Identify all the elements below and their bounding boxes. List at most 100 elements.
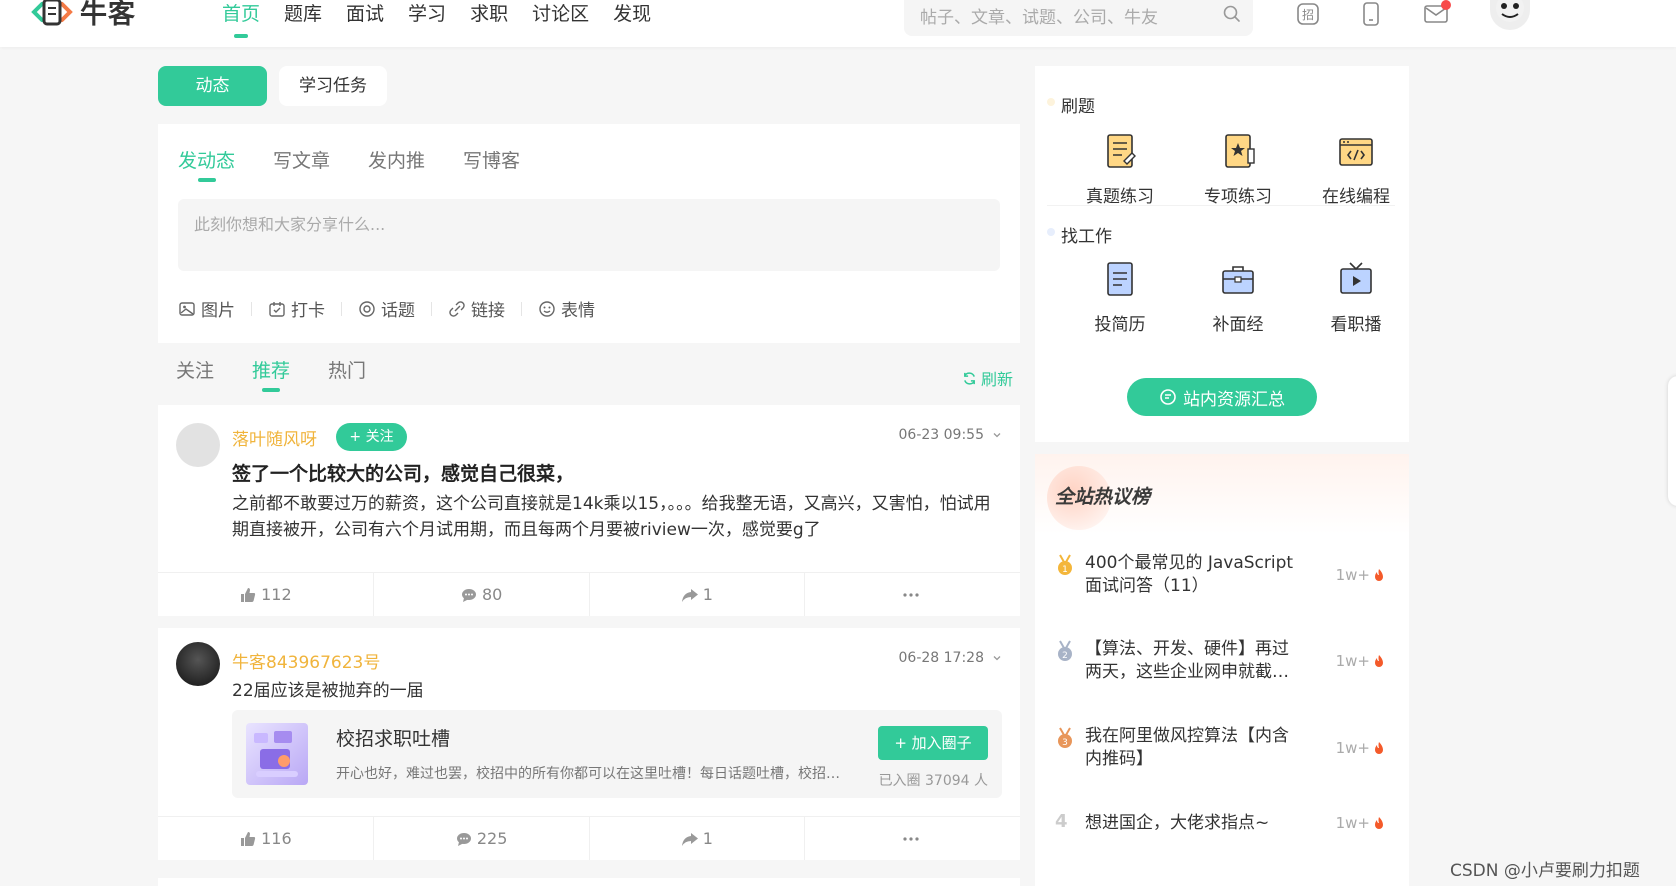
- post-author[interactable]: 牛客843967623号: [232, 648, 380, 673]
- share-button[interactable]: 1: [590, 573, 806, 616]
- refresh-button[interactable]: 刷新: [962, 366, 1013, 390]
- post-body[interactable]: 之前都不敢要过万的薪资，这个公司直接就是14k乘以15，。。。给我整无语，又高兴…: [232, 491, 1002, 543]
- circle-name: 校招求职吐槽: [336, 728, 451, 750]
- hot-list-item[interactable]: 4 想进国企，大佬求指点~ 1w+: [1055, 811, 1395, 842]
- hot-count-text: 1w+: [1335, 652, 1370, 670]
- nav-item-jobs[interactable]: 求职: [470, 0, 508, 40]
- tab-post-referral[interactable]: 发内推: [368, 146, 425, 182]
- side-float-handle[interactable]: [1668, 376, 1676, 506]
- hot-item-text: 【算法、开发、硬件】再过两天，这些企业网申就截…: [1085, 639, 1289, 682]
- hot-list-item[interactable]: 2 【算法、开发、硬件】再过两天，这些企业网申就截… 1w+: [1055, 638, 1395, 688]
- more-icon: [903, 592, 919, 597]
- post-time[interactable]: 06-23 09:55: [899, 427, 1002, 443]
- comment-button[interactable]: 225: [374, 817, 590, 860]
- practice-grid: 真题练习 专项练习 在线编程: [1061, 128, 1415, 207]
- share-icon: [681, 832, 698, 846]
- circle-description: 开心也好，难过也罢，校招中的所有你都可以在这里吐槽！每日话题吐槽，校招中你遇到过…: [336, 766, 846, 782]
- section-dot: [1047, 98, 1055, 106]
- post-avatar[interactable]: [176, 642, 220, 686]
- notification-badge: [1441, 0, 1451, 10]
- tab-post-update[interactable]: 发动态: [178, 146, 235, 182]
- tab-hot[interactable]: 热门: [328, 356, 366, 392]
- post-author[interactable]: 落叶随风呀: [232, 425, 317, 450]
- entry-interview-exp[interactable]: 补面经: [1179, 256, 1297, 335]
- hot-item-text: 想进国企，大佬求指点~: [1085, 813, 1270, 833]
- rank-number: 4: [1055, 811, 1068, 832]
- nav-item-discover[interactable]: 发现: [613, 0, 651, 40]
- post-time[interactable]: 06-28 17:28: [899, 650, 1002, 666]
- phone-icon[interactable]: [1357, 0, 1385, 28]
- nav-item-study[interactable]: 学习: [408, 0, 446, 40]
- search-icon[interactable]: [1222, 4, 1242, 28]
- search-input[interactable]: [904, 0, 1253, 36]
- nav-item-interview[interactable]: 面试: [346, 0, 384, 40]
- chevron-down-icon: [993, 656, 1001, 661]
- hot-list-title: 全站热议榜: [1055, 486, 1151, 508]
- briefcase-icon: [1222, 266, 1254, 294]
- compose-card: 发动态 写文章 发内推 写博客 图片 打卡 话题 链接 表情: [158, 124, 1020, 343]
- entry-online-coding[interactable]: 在线编程: [1297, 128, 1415, 207]
- share-count: 1: [702, 829, 713, 848]
- avatar[interactable]: [1490, 0, 1530, 30]
- tool-link[interactable]: 链接: [448, 296, 505, 321]
- hot-item-count: 1w+: [1336, 652, 1385, 670]
- nav-item-home[interactable]: 首页: [222, 0, 260, 40]
- tool-image[interactable]: 图片: [178, 296, 235, 321]
- site-resources-button[interactable]: 站内资源汇总: [1127, 378, 1317, 416]
- hot-item-count: 1w+: [1336, 814, 1385, 832]
- emoji-icon: [539, 300, 555, 317]
- post-body[interactable]: 22届应该是被抛弃的一届: [232, 678, 1002, 704]
- tool-topic[interactable]: 话题: [358, 296, 415, 321]
- feed-post: [158, 878, 1020, 886]
- tool-checkin[interactable]: 打卡: [268, 296, 325, 321]
- entry-label: 专项练习: [1204, 187, 1272, 207]
- follow-button[interactable]: + 关注: [336, 423, 407, 451]
- hot-list-item[interactable]: 1 400个最常见的 JavaScript 面试问答（11） 1w+: [1055, 552, 1395, 602]
- nav-item-forum[interactable]: 讨论区: [532, 0, 589, 40]
- more-button[interactable]: [805, 817, 1020, 860]
- hot-item-count: 1w+: [1336, 566, 1385, 584]
- share-button[interactable]: 1: [590, 817, 806, 860]
- tab-write-article[interactable]: 写文章: [273, 146, 330, 182]
- top-navbar: 牛客 首页 题库 面试 学习 求职 讨论区 发现 招: [0, 0, 1676, 47]
- post-time-text: 06-23 09:55: [898, 427, 984, 443]
- logo[interactable]: 牛客: [30, 0, 136, 31]
- star-book-icon: [1225, 134, 1255, 168]
- more-button[interactable]: [805, 573, 1020, 616]
- comment-button[interactable]: 80: [374, 573, 590, 616]
- divider: [431, 301, 432, 316]
- bronze-medal-icon: 3: [1058, 727, 1072, 748]
- site-resources-label: 站内资源汇总: [1183, 389, 1285, 410]
- tool-emoji[interactable]: 表情: [538, 296, 595, 321]
- tab-study-task[interactable]: 学习任务: [279, 66, 387, 106]
- circle-card[interactable]: 校招求职吐槽 开心也好，难过也罢，校招中的所有你都可以在这里吐槽！每日话题吐槽，…: [232, 710, 1002, 798]
- post-title[interactable]: 签了一个比较大的公司，感觉自己很菜，: [232, 459, 574, 486]
- nav-item-question-bank[interactable]: 题库: [284, 0, 322, 40]
- circle-member-count: 已入圈 37094 人: [878, 773, 988, 789]
- entry-topic-practice[interactable]: 专项练习: [1179, 128, 1297, 207]
- tab-feed[interactable]: 动态: [158, 66, 267, 106]
- tab-following[interactable]: 关注: [176, 356, 214, 392]
- entry-submit-resume[interactable]: 投简历: [1061, 256, 1179, 335]
- join-circle-button[interactable]: + 加入圈子: [878, 726, 988, 760]
- comment-count: 225: [476, 829, 508, 848]
- entry-label: 看职播: [1330, 315, 1382, 335]
- tab-write-blog[interactable]: 写博客: [463, 146, 520, 182]
- entry-label: 补面经: [1212, 315, 1264, 335]
- feed-tabs: 关注 推荐 热门: [176, 356, 404, 392]
- tool-link-label: 链接: [471, 301, 505, 321]
- tab-recommended[interactable]: 推荐: [252, 356, 290, 392]
- tool-checkin-label: 打卡: [291, 301, 325, 321]
- share-count: 1: [702, 585, 713, 604]
- like-button[interactable]: 112: [158, 573, 374, 616]
- compose-input[interactable]: [178, 199, 1000, 271]
- like-button[interactable]: 116: [158, 817, 374, 860]
- post-avatar[interactable]: [176, 423, 220, 467]
- hot-list-item[interactable]: 3 我在阿里做风控算法【内含内推码】 1w+: [1055, 725, 1395, 775]
- silver-medal-icon: 2: [1058, 640, 1072, 661]
- entry-career-live[interactable]: 看职播: [1297, 256, 1415, 335]
- entry-real-exam[interactable]: 真题练习: [1061, 128, 1179, 207]
- entry-label: 投简历: [1094, 315, 1146, 335]
- zhao-icon[interactable]: 招: [1294, 0, 1322, 28]
- link-icon: [449, 300, 465, 317]
